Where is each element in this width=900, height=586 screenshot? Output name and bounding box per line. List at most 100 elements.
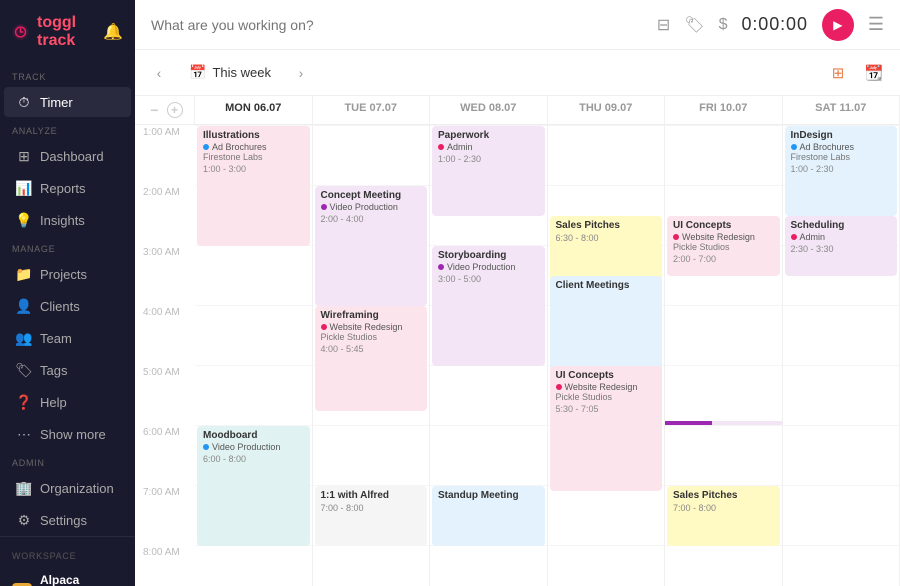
time-cell-day0-hour5[interactable]: [195, 365, 313, 425]
time-cell-day1-hour4[interactable]: Wireframing Website Redesign Pickle Stud…: [313, 305, 431, 365]
time-cell-day0-hour8[interactable]: [195, 545, 313, 586]
event-ev12[interactable]: Sales Pitches7:00 - 8:00: [667, 486, 780, 546]
event-title: Paperwork: [438, 130, 539, 141]
time-cell-day2-hour1[interactable]: Paperwork Admin 1:00 - 2:30: [430, 125, 548, 185]
event-ev13[interactable]: InDesign Ad Brochures Firestone Labs1:00…: [785, 126, 898, 216]
time-cell-day1-hour6[interactable]: [313, 425, 431, 485]
time-cell-day4-hour4[interactable]: [665, 305, 783, 365]
time-cell-day1-hour7[interactable]: 1:1 with Alfred7:00 - 8:00: [313, 485, 431, 545]
event-title: Illustrations: [203, 130, 304, 141]
time-cell-day2-hour6[interactable]: [430, 425, 548, 485]
time-cell-day3-hour7[interactable]: [548, 485, 666, 545]
zoom-out-icon[interactable]: −: [147, 102, 163, 118]
current-week-button[interactable]: 📅 This week: [179, 60, 281, 85]
sidebar-item-clients[interactable]: 👤 Clients: [4, 291, 131, 321]
sidebar-item-show-more[interactable]: ⋯ Show more: [4, 419, 131, 449]
event-company: Pickle Studios: [673, 242, 774, 252]
time-cell-day5-hour8[interactable]: [783, 545, 900, 586]
time-cell-day1-hour2[interactable]: Concept Meeting Video Production 2:00 - …: [313, 185, 431, 245]
tag-icon[interactable]: 🏷: [684, 15, 704, 35]
sidebar-label-reports: Reports: [40, 181, 86, 196]
time-cell-day5-hour6[interactable]: [783, 425, 900, 485]
time-cell-day3-hour1[interactable]: [548, 125, 666, 185]
time-cell-day5-hour7[interactable]: [783, 485, 900, 545]
sidebar-item-timer[interactable]: ⏱ Timer: [4, 87, 131, 117]
event-ev5[interactable]: Paperwork Admin 1:00 - 2:30: [432, 126, 545, 216]
event-title: UI Concepts: [673, 220, 774, 231]
event-ev11[interactable]: UI Concepts Website Redesign Pickle Stud…: [667, 216, 780, 276]
calendar-view-toggle[interactable]: 📆: [860, 59, 888, 87]
event-company: Pickle Studios: [556, 392, 657, 402]
track-section-label: TRACK: [0, 64, 135, 86]
event-ev4[interactable]: 1:1 with Alfred7:00 - 8:00: [315, 486, 428, 546]
time-cell-day0-hour6[interactable]: Moodboard Video Production 6:00 - 8:00: [195, 425, 313, 485]
event-moodboard[interactable]: Moodboard Video Production 6:00 - 8:00: [197, 426, 310, 546]
time-cell-day0-hour3[interactable]: [195, 245, 313, 305]
timer-input[interactable]: [151, 17, 645, 33]
prev-week-button[interactable]: ‹: [147, 61, 171, 85]
time-cell-day2-hour3[interactable]: Storyboarding Video Production 3:00 - 5:…: [430, 245, 548, 305]
event-ev7[interactable]: Standup Meeting: [432, 486, 545, 546]
time-cell-day0-hour4[interactable]: [195, 305, 313, 365]
sidebar-item-reports[interactable]: 📊 Reports: [4, 173, 131, 203]
time-label-3: 3:00 AM: [135, 245, 195, 305]
header-wed: WED 08.07: [430, 96, 548, 124]
time-cell-day5-hour5[interactable]: [783, 365, 900, 425]
event-ev14[interactable]: Scheduling Admin 2:30 - 3:30: [785, 216, 898, 276]
event-ev2[interactable]: Concept Meeting Video Production 2:00 - …: [315, 186, 428, 306]
time-cell-day4-hour8[interactable]: [665, 545, 783, 586]
manage-section-label: MANAGE: [0, 236, 135, 258]
zoom-in-icon[interactable]: +: [167, 102, 183, 118]
workspace-name: Alpaca Army: [40, 573, 103, 586]
time-cell-day4-hour5[interactable]: [665, 365, 783, 425]
event-ev6[interactable]: Storyboarding Video Production 3:00 - 5:…: [432, 246, 545, 366]
folder-icon[interactable]: ⊟: [657, 15, 670, 35]
sidebar-item-projects[interactable]: 📁 Projects: [4, 259, 131, 289]
event-time: 6:00 - 8:00: [203, 454, 304, 464]
sidebar-item-insights[interactable]: 💡 Insights: [4, 205, 131, 235]
tags-icon: 🏷: [16, 362, 32, 378]
event-title: Client Meetings: [556, 280, 657, 291]
sidebar-item-settings[interactable]: ⚙ Settings: [4, 505, 131, 535]
week-label: This week: [212, 65, 271, 80]
time-cell-day4-hour1[interactable]: [665, 125, 783, 185]
event-time: 2:30 - 3:30: [791, 244, 892, 254]
sidebar-item-team[interactable]: 👥 Team: [4, 323, 131, 353]
time-cell-day2-hour7[interactable]: Standup Meeting: [430, 485, 548, 545]
sidebar-item-help[interactable]: ❓ Help: [4, 387, 131, 417]
header-corner: − +: [135, 96, 195, 124]
workspace-item[interactable]: A Alpaca Army Toggl ▲: [0, 567, 135, 586]
billing-icon[interactable]: $: [719, 16, 728, 34]
topbar: ⊟ 🏷 $ 0:00:00 ▶ ☰: [135, 0, 900, 50]
event-title: Sales Pitches: [556, 220, 657, 231]
time-cell-day4-hour2[interactable]: UI Concepts Website Redesign Pickle Stud…: [665, 185, 783, 245]
time-cell-day1-hour8[interactable]: [313, 545, 431, 586]
event-ev3[interactable]: Wireframing Website Redesign Pickle Stud…: [315, 306, 428, 411]
sidebar: toggl track 🔔 TRACK ⏱ Timer ANALYZE ⊞ Da…: [0, 0, 135, 586]
event-title: Standup Meeting: [438, 490, 539, 501]
event-time: 2:00 - 7:00: [673, 254, 774, 264]
list-view-toggle[interactable]: ⊞: [824, 59, 852, 87]
event-ev10[interactable]: UI Concepts Website Redesign Pickle Stud…: [550, 366, 663, 491]
play-button[interactable]: ▶: [822, 9, 854, 41]
time-cell-day0-hour1[interactable]: Illustrations Ad Brochures Firestone Lab…: [195, 125, 313, 185]
time-cell-day1-hour1[interactable]: [313, 125, 431, 185]
sidebar-item-dashboard[interactable]: ⊞ Dashboard: [4, 141, 131, 171]
sidebar-item-tags[interactable]: 🏷 Tags: [4, 355, 131, 385]
event-ev1[interactable]: Illustrations Ad Brochures Firestone Lab…: [197, 126, 310, 246]
time-cell-day3-hour2[interactable]: Sales Pitches6:30 - 8:00: [548, 185, 666, 245]
time-cell-day3-hour8[interactable]: [548, 545, 666, 586]
time-cell-day4-hour6[interactable]: [665, 425, 783, 485]
time-cell-day2-hour8[interactable]: [430, 545, 548, 586]
time-cell-day5-hour4[interactable]: [783, 305, 900, 365]
hamburger-icon[interactable]: ☰: [868, 14, 884, 35]
time-cell-day4-hour7[interactable]: Sales Pitches7:00 - 8:00: [665, 485, 783, 545]
next-week-button[interactable]: ›: [289, 61, 313, 85]
sidebar-item-organization[interactable]: 🏢 Organization: [4, 473, 131, 503]
notification-icon[interactable]: 🔔: [103, 22, 123, 42]
timer-display: 0:00:00: [742, 14, 808, 35]
event-dot: [321, 324, 327, 330]
time-cell-day2-hour5[interactable]: [430, 365, 548, 425]
time-cell-day5-hour1[interactable]: InDesign Ad Brochures Firestone Labs1:00…: [783, 125, 900, 185]
time-cell-day3-hour5[interactable]: UI Concepts Website Redesign Pickle Stud…: [548, 365, 666, 425]
